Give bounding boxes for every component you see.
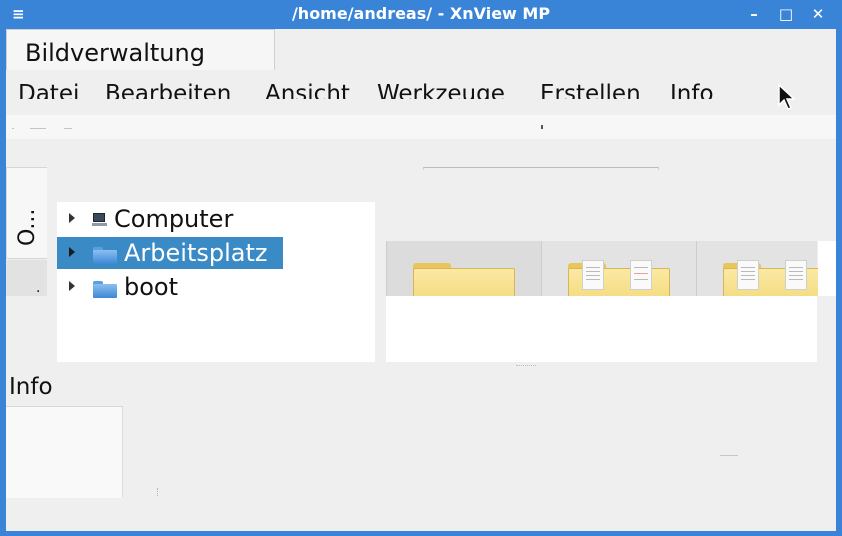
tree-item-computer[interactable]: Computer <box>57 203 375 235</box>
thumbnail-item[interactable] <box>541 241 696 296</box>
toolbar-separator <box>541 125 543 129</box>
folder-tree: Computer Arbeitsplatz boot <box>57 202 375 362</box>
splitter-handle[interactable] <box>516 365 536 368</box>
tab-label: Bildverwaltung <box>25 39 205 67</box>
tree-item-boot[interactable]: boot <box>57 271 375 303</box>
computer-icon <box>92 213 107 226</box>
side-tab-second-label: . <box>36 280 41 296</box>
menu-item-datei[interactable]: Datei <box>18 81 79 99</box>
minimize-icon[interactable]: – <box>744 4 764 24</box>
maximize-icon[interactable]: □ <box>776 4 796 24</box>
expand-arrow-icon[interactable] <box>69 213 75 223</box>
info-panel-title: Info <box>9 374 53 400</box>
toolbar-handle[interactable] <box>12 128 14 129</box>
divider <box>720 455 738 456</box>
info-panel <box>6 406 123 498</box>
side-tab-label: O... <box>15 208 40 246</box>
splitter-handle[interactable] <box>157 488 159 496</box>
expand-arrow-icon[interactable] <box>69 281 75 291</box>
thumbnail-item[interactable] <box>386 241 541 296</box>
folder-icon <box>93 247 117 264</box>
tab-bildverwaltung[interactable]: Bildverwaltung <box>6 29 275 70</box>
tree-item-label: Computer <box>114 205 234 233</box>
mouse-cursor-icon <box>778 84 796 110</box>
menu-bar: Datei Bearbeiten Ansicht Werkzeuge Erste… <box>6 70 836 99</box>
window-title: /home/andreas/ - XnView MP <box>291 4 551 23</box>
close-icon[interactable]: ✕ <box>808 4 828 24</box>
folder-thumbnail-icon <box>413 263 515 296</box>
menu-item-erstellen[interactable]: Erstellen <box>540 81 641 99</box>
app-window: ≡ /home/andreas/ - XnView MP – □ ✕ Bildv… <box>0 0 842 536</box>
menu-item-werkzeuge[interactable]: Werkzeuge <box>377 81 505 99</box>
side-tab-ordner[interactable]: O... <box>6 167 47 259</box>
tree-item-label: Arbeitsplatz <box>124 239 268 267</box>
folder-icon <box>93 281 117 298</box>
thumbnail-edge <box>818 241 836 296</box>
search-input[interactable] <box>423 167 659 170</box>
toolbar-button[interactable] <box>30 128 46 129</box>
menu-item-ansicht[interactable]: Ansicht <box>265 81 350 99</box>
menu-item-info[interactable]: Info <box>670 81 714 99</box>
expand-arrow-icon[interactable] <box>69 247 75 257</box>
thumbnail-item[interactable] <box>696 241 836 296</box>
folder-thumbnail-icon <box>568 260 670 296</box>
side-tab-second[interactable]: . <box>6 260 47 296</box>
title-bar[interactable]: ≡ /home/andreas/ - XnView MP – □ ✕ <box>0 0 842 29</box>
menu-item-bearbeiten[interactable]: Bearbeiten <box>105 81 231 99</box>
tree-item-label: boot <box>124 273 179 301</box>
client-area: Bildverwaltung Datei Bearbeiten Ansicht … <box>6 29 836 531</box>
toolbar-button[interactable] <box>64 128 72 129</box>
toolbar <box>6 115 836 139</box>
folder-thumbnail-icon <box>723 260 825 296</box>
tree-item-arbeitsplatz[interactable]: Arbeitsplatz <box>57 237 375 269</box>
